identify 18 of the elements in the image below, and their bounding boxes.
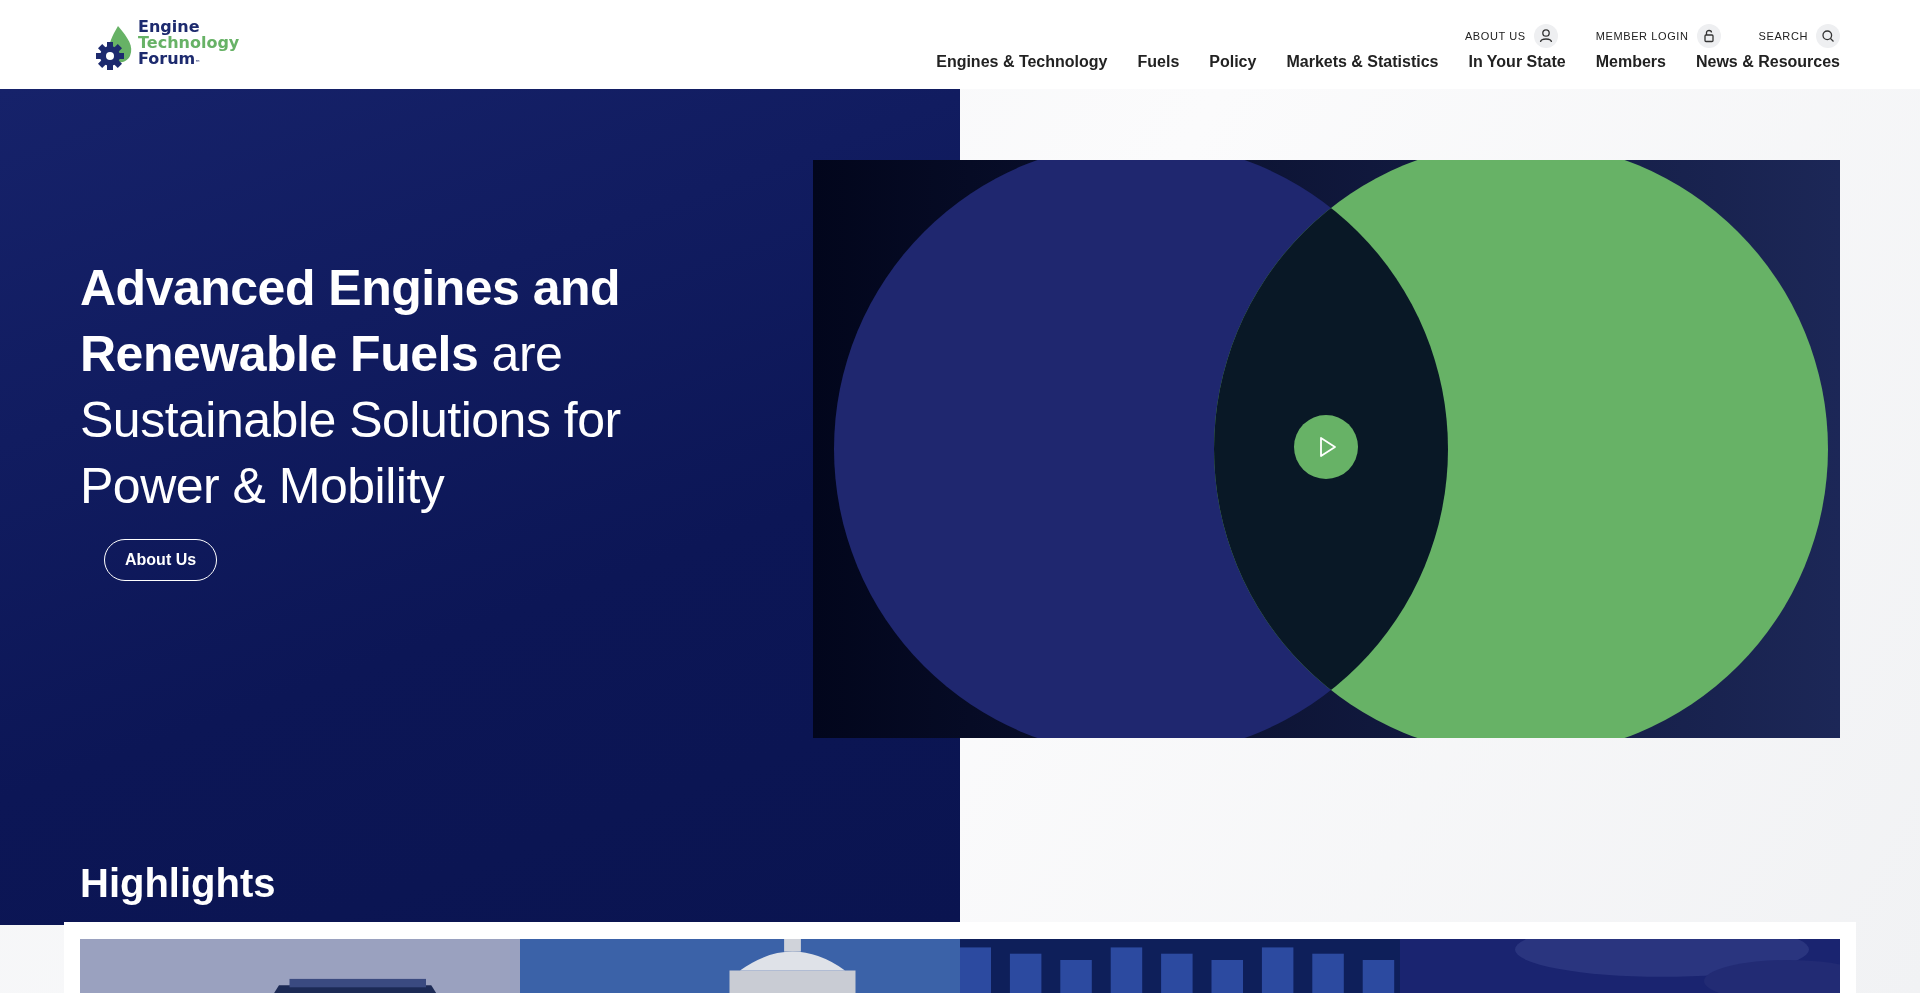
nav-link[interactable]: Fuels bbox=[1137, 53, 1180, 71]
nav-link[interactable]: News & Resources bbox=[1695, 53, 1840, 71]
highlights-heading: Highlights bbox=[79, 860, 277, 906]
nav-link[interactable]: Markets & Statistics bbox=[1286, 53, 1439, 71]
nav-link[interactable]: Members bbox=[1595, 53, 1666, 71]
lock-icon bbox=[1696, 24, 1721, 48]
nav-link[interactable]: In Your State bbox=[1468, 53, 1566, 71]
nav-link[interactable]: Policy bbox=[1209, 53, 1257, 71]
utility-link[interactable]: ABOUT US bbox=[1464, 24, 1558, 48]
person-icon bbox=[1533, 24, 1558, 48]
search-icon bbox=[1816, 24, 1840, 48]
nav-link[interactable]: Engines & Technology bbox=[936, 53, 1108, 71]
play-icon bbox=[1318, 436, 1338, 458]
hero-headline: Advanced Engines and Renewable Fuels are Sustainable Solutions for Power & Mobility bbox=[80, 259, 622, 516]
utility-link[interactable]: MEMBER LOGIN bbox=[1595, 24, 1721, 48]
logo-text: Technology bbox=[138, 35, 240, 51]
utility-link[interactable]: SEARCH bbox=[1758, 24, 1840, 48]
logo-text: Engine bbox=[138, 19, 201, 35]
